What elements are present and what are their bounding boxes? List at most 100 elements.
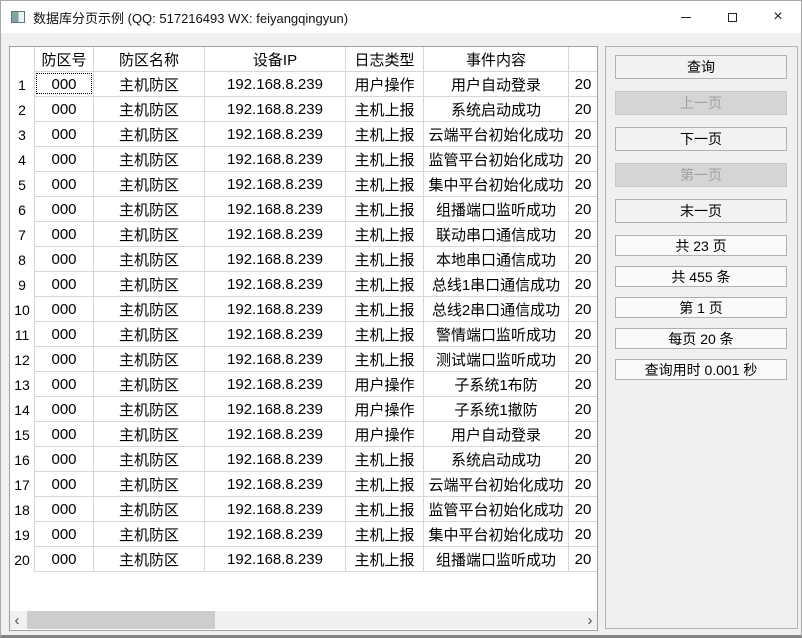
zone-name-cell[interactable]: 主机防区 bbox=[94, 422, 205, 447]
zone-cell[interactable]: 000 bbox=[35, 422, 94, 447]
time-cell[interactable]: 20 bbox=[569, 447, 597, 472]
zone-name-cell[interactable]: 主机防区 bbox=[94, 347, 205, 372]
row-number[interactable]: 10 bbox=[10, 297, 35, 322]
zone-cell[interactable]: 000 bbox=[35, 397, 94, 422]
log-type-cell[interactable]: 主机上报 bbox=[346, 272, 424, 297]
device-ip-cell[interactable]: 192.168.8.239 bbox=[205, 372, 346, 397]
device-ip-cell[interactable]: 192.168.8.239 bbox=[205, 472, 346, 497]
event-cell[interactable]: 警情端口监听成功 bbox=[424, 322, 569, 347]
row-number[interactable]: 12 bbox=[10, 347, 35, 372]
time-cell[interactable]: 20 bbox=[569, 347, 597, 372]
row-number[interactable]: 6 bbox=[10, 197, 35, 222]
row-number[interactable]: 2 bbox=[10, 97, 35, 122]
scrollbar-thumb[interactable] bbox=[27, 611, 215, 629]
zone-cell[interactable]: 000 bbox=[35, 497, 94, 522]
zone-name-cell[interactable]: 主机防区 bbox=[94, 272, 205, 297]
next-page-button[interactable]: 下一页 bbox=[615, 127, 787, 151]
row-number[interactable]: 7 bbox=[10, 222, 35, 247]
event-cell[interactable]: 总线2串口通信成功 bbox=[424, 297, 569, 322]
row-number[interactable]: 4 bbox=[10, 147, 35, 172]
row-number[interactable]: 15 bbox=[10, 422, 35, 447]
zone-cell[interactable]: 000 bbox=[35, 222, 94, 247]
zone-name-cell[interactable]: 主机防区 bbox=[94, 97, 205, 122]
event-cell[interactable]: 系统启动成功 bbox=[424, 97, 569, 122]
maximize-button[interactable] bbox=[709, 1, 755, 33]
device-ip-cell[interactable]: 192.168.8.239 bbox=[205, 297, 346, 322]
event-cell[interactable]: 集中平台初始化成功 bbox=[424, 172, 569, 197]
row-number[interactable]: 18 bbox=[10, 497, 35, 522]
zone-cell[interactable]: 000 bbox=[35, 472, 94, 497]
device-ip-cell[interactable]: 192.168.8.239 bbox=[205, 147, 346, 172]
row-number[interactable]: 3 bbox=[10, 122, 35, 147]
event-cell[interactable]: 子系统1布防 bbox=[424, 372, 569, 397]
time-cell[interactable]: 20 bbox=[569, 372, 597, 397]
event-cell[interactable]: 云端平台初始化成功 bbox=[424, 122, 569, 147]
device-ip-cell[interactable]: 192.168.8.239 bbox=[205, 547, 346, 572]
row-number[interactable]: 19 bbox=[10, 522, 35, 547]
time-cell[interactable]: 20 bbox=[569, 547, 597, 572]
event-cell[interactable]: 组播端口监听成功 bbox=[424, 197, 569, 222]
zone-name-cell[interactable]: 主机防区 bbox=[94, 72, 205, 97]
time-cell[interactable]: 20 bbox=[569, 247, 597, 272]
device-ip-cell[interactable]: 192.168.8.239 bbox=[205, 347, 346, 372]
device-ip-cell[interactable]: 192.168.8.239 bbox=[205, 322, 346, 347]
event-cell[interactable]: 云端平台初始化成功 bbox=[424, 472, 569, 497]
minimize-button[interactable] bbox=[663, 1, 709, 33]
event-cell[interactable]: 组播端口监听成功 bbox=[424, 547, 569, 572]
device-ip-cell[interactable]: 192.168.8.239 bbox=[205, 397, 346, 422]
query-button[interactable]: 查询 bbox=[615, 55, 787, 79]
zone-cell[interactable]: 000 bbox=[35, 447, 94, 472]
event-cell[interactable]: 子系统1撤防 bbox=[424, 397, 569, 422]
zone-cell[interactable]: 000 bbox=[35, 97, 94, 122]
zone-name-cell[interactable]: 主机防区 bbox=[94, 522, 205, 547]
event-cell[interactable]: 联动串口通信成功 bbox=[424, 222, 569, 247]
log-type-cell[interactable]: 主机上报 bbox=[346, 497, 424, 522]
time-cell[interactable]: 20 bbox=[569, 272, 597, 297]
zone-cell[interactable]: 000 bbox=[35, 172, 94, 197]
row-number[interactable]: 17 bbox=[10, 472, 35, 497]
event-cell[interactable]: 系统启动成功 bbox=[424, 447, 569, 472]
event-cell[interactable]: 集中平台初始化成功 bbox=[424, 522, 569, 547]
log-type-cell[interactable]: 主机上报 bbox=[346, 97, 424, 122]
header-log-type[interactable]: 日志类型 bbox=[346, 47, 424, 72]
header-time[interactable] bbox=[569, 47, 597, 72]
header-device-ip[interactable]: 设备IP bbox=[205, 47, 346, 72]
time-cell[interactable]: 20 bbox=[569, 472, 597, 497]
device-ip-cell[interactable]: 192.168.8.239 bbox=[205, 447, 346, 472]
log-type-cell[interactable]: 主机上报 bbox=[346, 222, 424, 247]
row-number[interactable]: 14 bbox=[10, 397, 35, 422]
row-number[interactable]: 11 bbox=[10, 322, 35, 347]
log-type-cell[interactable]: 主机上报 bbox=[346, 447, 424, 472]
horizontal-scrollbar[interactable]: ‹ › bbox=[10, 611, 597, 629]
close-button[interactable]: × bbox=[755, 1, 801, 33]
zone-cell[interactable]: 000 bbox=[35, 72, 94, 97]
zone-name-cell[interactable]: 主机防区 bbox=[94, 222, 205, 247]
zone-name-cell[interactable]: 主机防区 bbox=[94, 247, 205, 272]
time-cell[interactable]: 20 bbox=[569, 422, 597, 447]
event-cell[interactable]: 监管平台初始化成功 bbox=[424, 147, 569, 172]
log-type-cell[interactable]: 主机上报 bbox=[346, 472, 424, 497]
event-cell[interactable]: 总线1串口通信成功 bbox=[424, 272, 569, 297]
log-type-cell[interactable]: 用户操作 bbox=[346, 397, 424, 422]
device-ip-cell[interactable]: 192.168.8.239 bbox=[205, 197, 346, 222]
time-cell[interactable]: 20 bbox=[569, 497, 597, 522]
log-type-cell[interactable]: 主机上报 bbox=[346, 522, 424, 547]
row-number[interactable]: 9 bbox=[10, 272, 35, 297]
zone-cell[interactable]: 000 bbox=[35, 122, 94, 147]
row-number[interactable]: 16 bbox=[10, 447, 35, 472]
log-type-cell[interactable]: 主机上报 bbox=[346, 122, 424, 147]
log-type-cell[interactable]: 主机上报 bbox=[346, 172, 424, 197]
time-cell[interactable]: 20 bbox=[569, 72, 597, 97]
zone-name-cell[interactable]: 主机防区 bbox=[94, 322, 205, 347]
zone-name-cell[interactable]: 主机防区 bbox=[94, 297, 205, 322]
zone-name-cell[interactable]: 主机防区 bbox=[94, 122, 205, 147]
log-type-cell[interactable]: 主机上报 bbox=[346, 147, 424, 172]
event-cell[interactable]: 用户自动登录 bbox=[424, 422, 569, 447]
time-cell[interactable]: 20 bbox=[569, 522, 597, 547]
zone-cell[interactable]: 000 bbox=[35, 147, 94, 172]
log-type-cell[interactable]: 用户操作 bbox=[346, 422, 424, 447]
row-number[interactable]: 5 bbox=[10, 172, 35, 197]
event-cell[interactable]: 测试端口监听成功 bbox=[424, 347, 569, 372]
zone-name-cell[interactable]: 主机防区 bbox=[94, 547, 205, 572]
zone-cell[interactable]: 000 bbox=[35, 197, 94, 222]
